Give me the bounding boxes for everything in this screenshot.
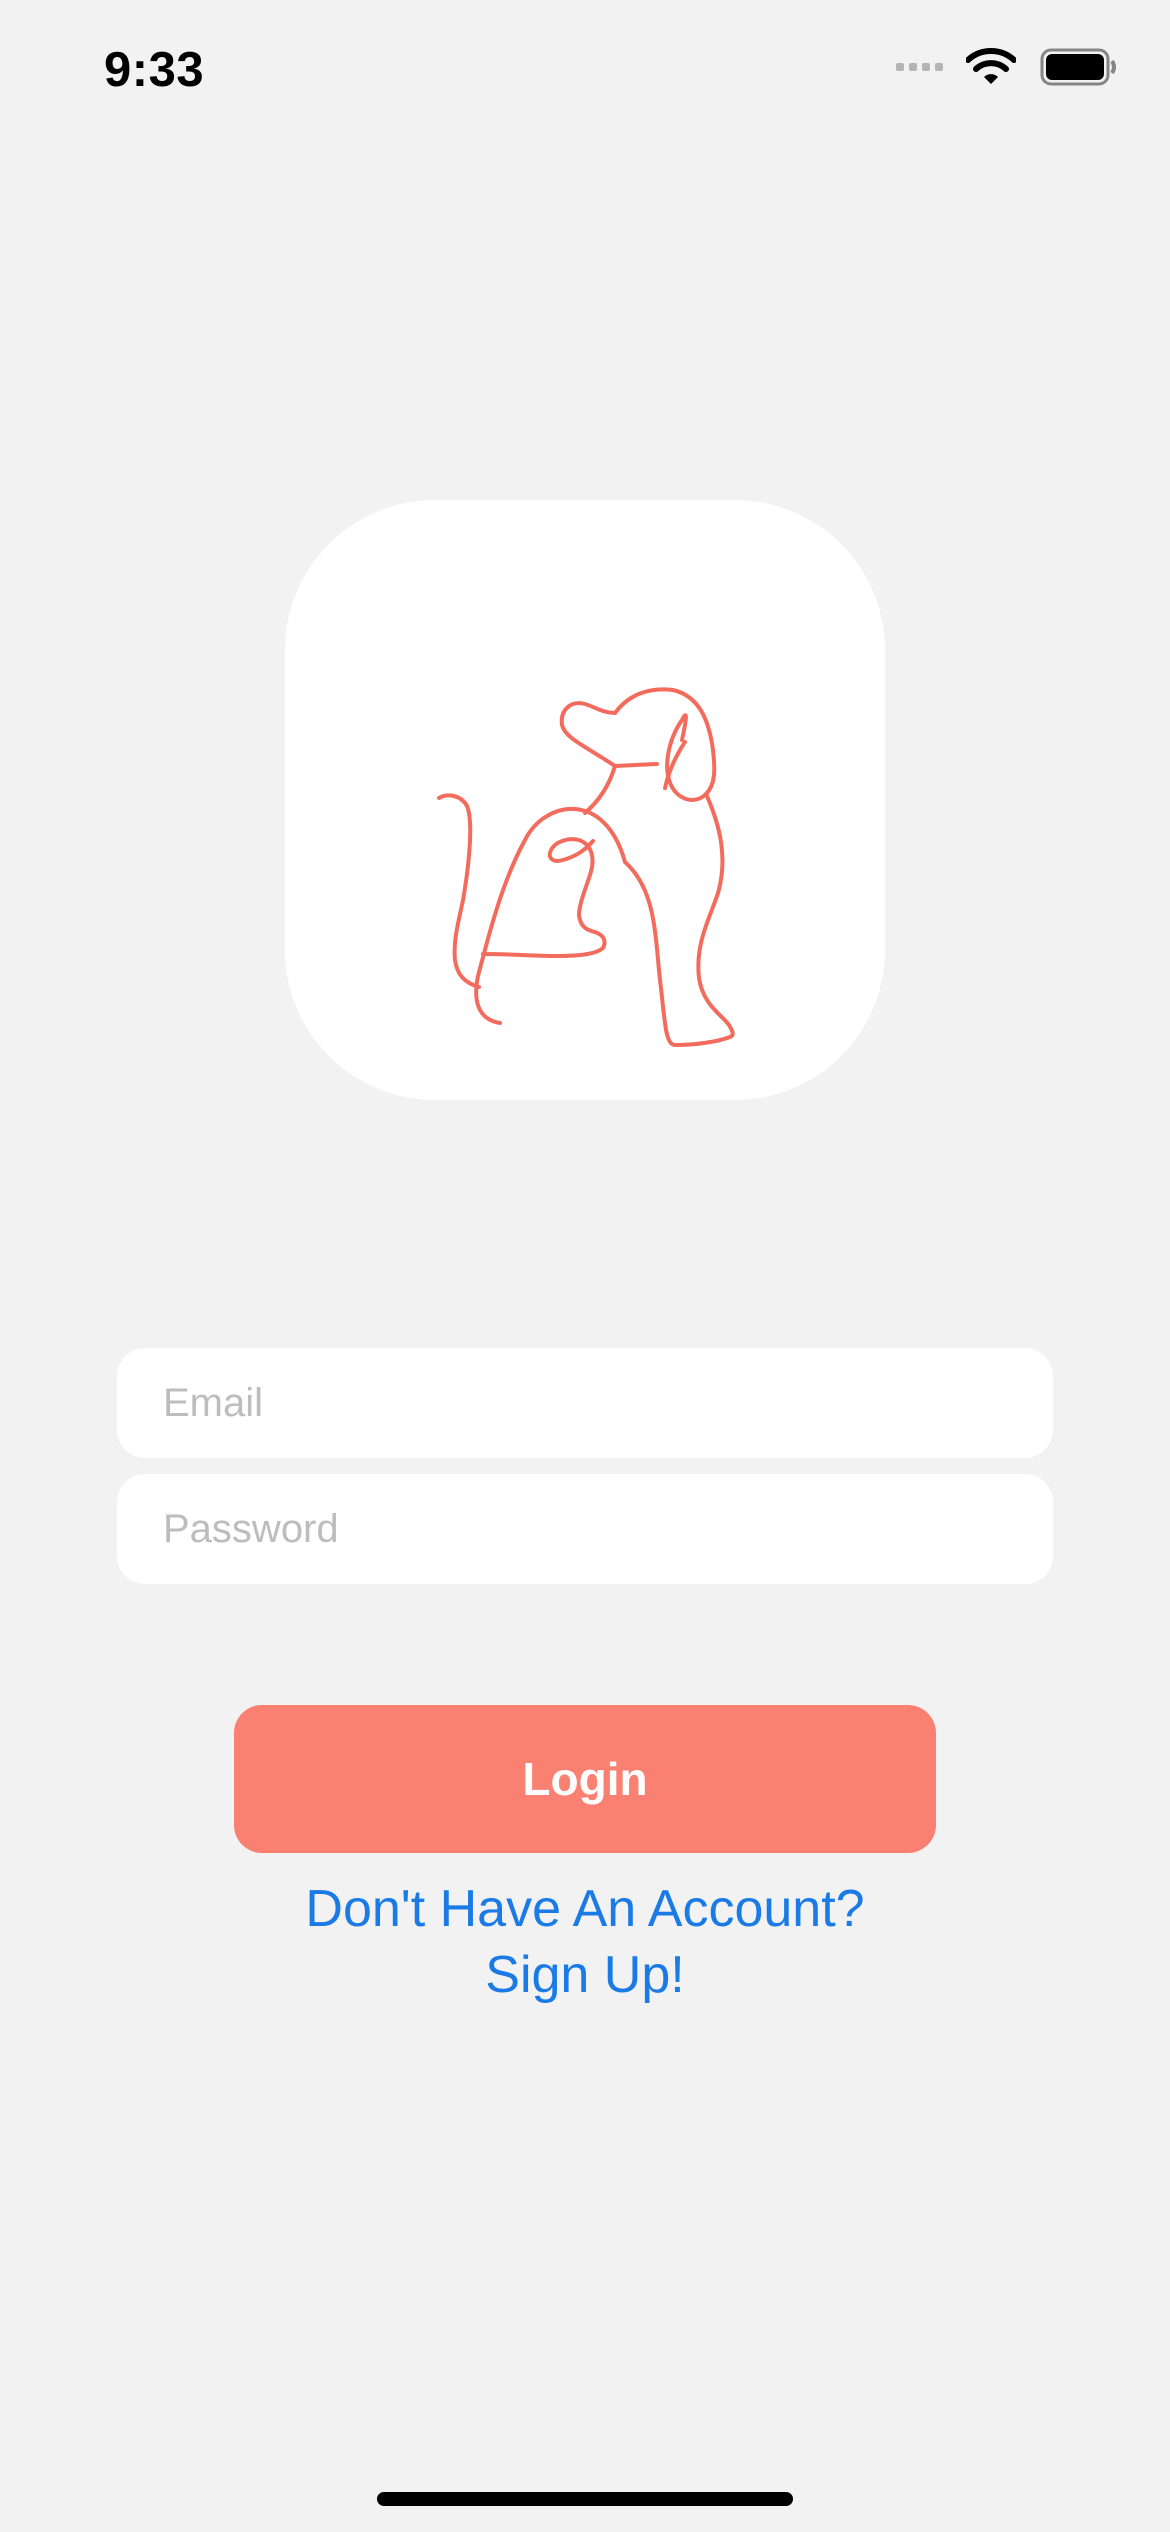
- signal-icon: [896, 63, 948, 71]
- password-field[interactable]: [117, 1474, 1053, 1584]
- password-input[interactable]: [163, 1474, 1007, 1584]
- status-bar: 9:33: [0, 0, 1170, 140]
- login-button[interactable]: Login: [234, 1705, 936, 1853]
- signup-link-line1[interactable]: Don't Have An Account?: [185, 1876, 985, 1942]
- email-input[interactable]: [163, 1348, 1007, 1458]
- battery-icon: [1040, 48, 1116, 86]
- logo-tile: [285, 500, 885, 1100]
- status-icons: [896, 48, 1118, 86]
- signup-link[interactable]: Don't Have An Account? Sign Up!: [185, 1876, 985, 2008]
- dog-line-art-icon: [437, 687, 735, 1047]
- signup-link-line2[interactable]: Sign Up!: [185, 1942, 985, 2008]
- status-time: 9:33: [104, 43, 205, 97]
- email-field[interactable]: [117, 1348, 1053, 1458]
- home-indicator: [377, 2492, 793, 2506]
- wifi-icon: [966, 48, 1016, 84]
